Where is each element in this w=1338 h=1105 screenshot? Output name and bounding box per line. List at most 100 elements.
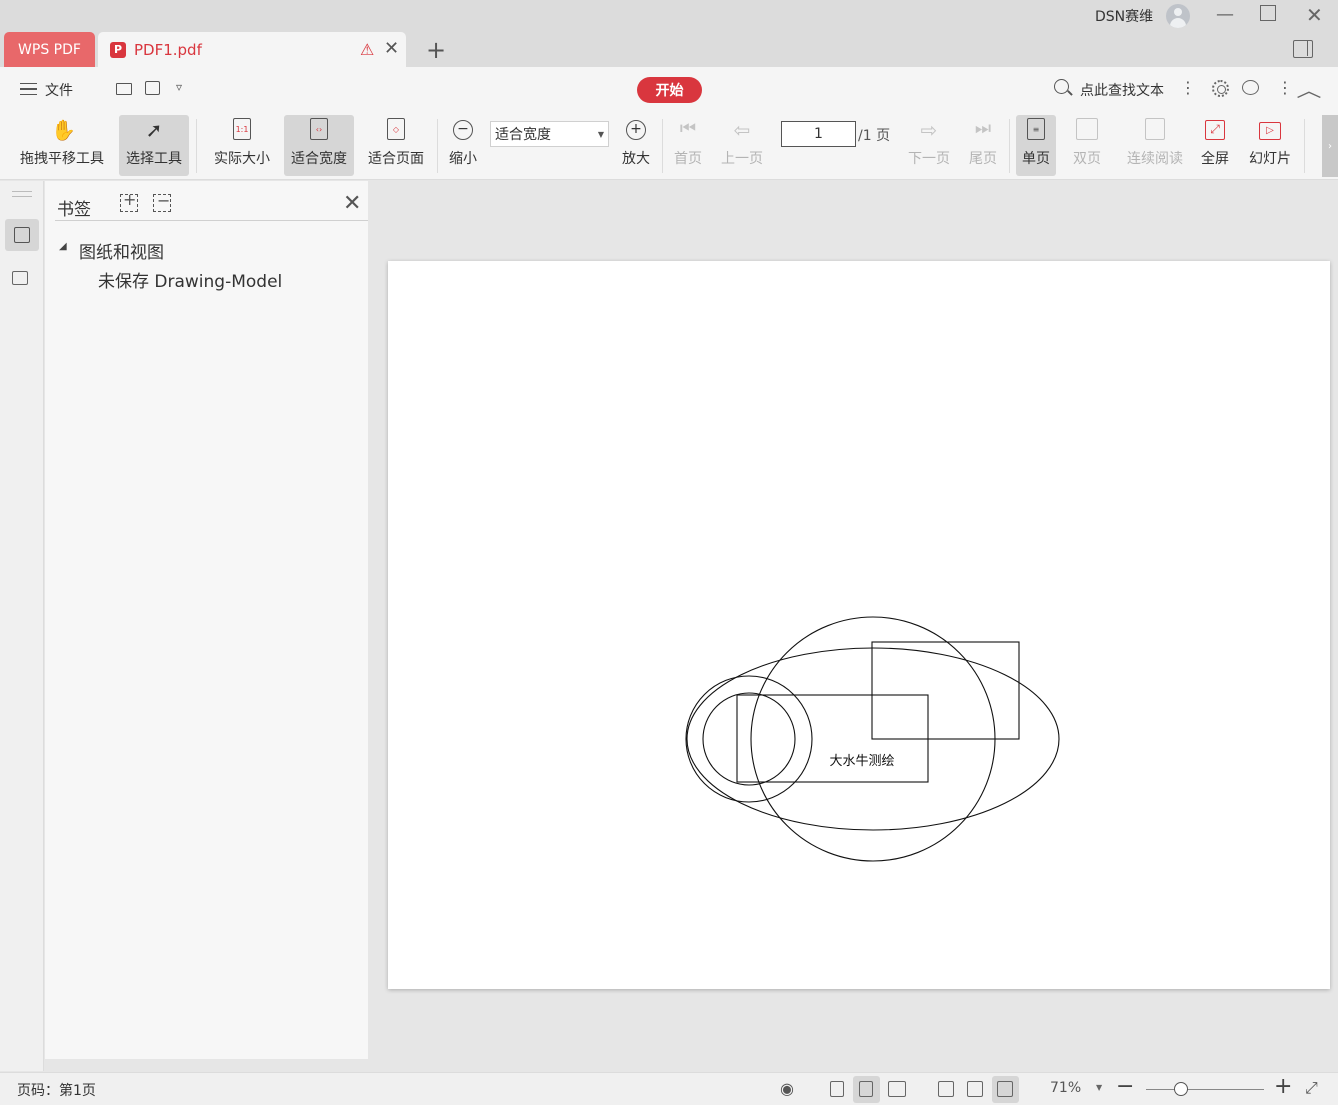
toolbar-scroll-right[interactable]: › <box>1322 115 1338 177</box>
file-menu[interactable]: 文件 <box>45 80 73 100</box>
pdf-page[interactable]: 大水牛测绘 <box>388 261 1330 989</box>
page-total: /1 页 <box>858 128 891 144</box>
zoom-in-button[interactable]: + 放大 <box>618 115 654 176</box>
drawing-canvas: 大水牛测绘 <box>685 616 1060 862</box>
status-fit-width-icon[interactable] <box>997 1081 1013 1097</box>
slideshow-label: 幻灯片 <box>1249 151 1291 167</box>
first-page-button[interactable]: ⏮ 首页 <box>670 115 706 176</box>
fit-page-label: 适合页面 <box>368 151 424 167</box>
status-double-page-icon[interactable] <box>888 1081 906 1097</box>
collapse-ribbon-icon[interactable]: ︿ <box>1296 77 1321 103</box>
search-icon[interactable] <box>1054 79 1069 94</box>
next-page-label: 下一页 <box>908 151 950 167</box>
fit-page-icon: ◇ <box>387 118 405 140</box>
quick-access-dropdown-icon[interactable]: ▿ <box>176 80 182 94</box>
status-single-page-icon[interactable] <box>859 1081 873 1097</box>
continuous-reading-icon <box>1145 118 1165 140</box>
maximize-icon[interactable] <box>1260 5 1276 21</box>
zoom-out-button[interactable]: − 缩小 <box>444 115 482 176</box>
avatar[interactable] <box>1166 4 1190 28</box>
first-page-label: 首页 <box>674 151 702 167</box>
panel-close-icon[interactable]: ✕ <box>343 191 361 216</box>
gear-icon[interactable] <box>1212 80 1229 97</box>
zoom-percentage[interactable]: 71% <box>1050 1080 1081 1096</box>
slideshow-icon: ▷ <box>1259 122 1281 140</box>
continuous-reading-label: 连续阅读 <box>1127 151 1183 167</box>
eye-protection-icon[interactable]: ◉ <box>780 1079 794 1098</box>
tab-document[interactable]: P PDF1.pdf ⚠ ✕ <box>98 32 406 67</box>
document-viewport[interactable]: 大水牛测绘 <box>380 181 1338 1071</box>
rail-grip[interactable] <box>12 191 32 197</box>
zoom-in-icon: + <box>626 120 646 140</box>
hamburger-menu-icon[interactable] <box>20 83 37 95</box>
fit-page-button[interactable]: ◇ 适合页面 <box>362 115 430 176</box>
find-text-button[interactable]: 点此查找文本 <box>1080 80 1164 100</box>
double-page-icon <box>1076 118 1098 140</box>
zoom-dropdown-icon[interactable]: ▼ <box>1096 1083 1102 1092</box>
thumbnails-image-icon[interactable] <box>12 271 28 285</box>
single-page-icon: ≡ <box>1027 118 1045 140</box>
warning-icon[interactable]: ⚠ <box>360 40 374 59</box>
print-icon[interactable] <box>145 81 160 95</box>
double-page-button[interactable]: 双页 <box>1064 115 1110 176</box>
pdf-file-icon: P <box>110 41 126 58</box>
zoom-minus-icon[interactable]: − <box>1116 1074 1134 1099</box>
title-bar: WPS PDF P PDF1.pdf ⚠ ✕ + DSN赛维 — ✕ <box>0 0 1338 67</box>
fit-width-button[interactable]: ‹› 适合宽度 <box>284 115 354 176</box>
drawing-upper-rectangle <box>871 641 1020 740</box>
panel-title: 书签 <box>57 200 91 220</box>
window-close-icon[interactable]: ✕ <box>1306 3 1323 27</box>
previous-page-button[interactable]: ⇦ 上一页 <box>716 115 768 176</box>
fullscreen-button[interactable]: ⤢ 全屏 <box>1196 115 1234 176</box>
pan-tool-button[interactable]: ✋ 拖拽平移工具 <box>14 115 110 176</box>
toolbar-separator <box>1009 119 1010 173</box>
single-page-button[interactable]: ≡ 单页 <box>1016 115 1056 176</box>
zoom-out-label: 缩小 <box>449 151 477 167</box>
tab-wps-pdf[interactable]: WPS PDF <box>4 32 95 67</box>
expand-all-icon[interactable] <box>120 190 138 212</box>
minimize-icon[interactable]: — <box>1216 4 1234 25</box>
fit-window-icon[interactable]: ⤢ <box>1305 1078 1318 1098</box>
start-button[interactable]: 开始 <box>637 77 702 103</box>
next-page-button[interactable]: ⇨ 下一页 <box>903 115 955 176</box>
slideshow-button[interactable]: ▷ 幻灯片 <box>1243 115 1297 176</box>
bookmark-root[interactable]: 图纸和视图 <box>79 238 164 263</box>
zoom-slider-track[interactable] <box>1146 1089 1264 1090</box>
user-name[interactable]: DSN赛维 <box>1095 6 1153 26</box>
zoom-in-label: 放大 <box>622 151 650 167</box>
tab-close-icon[interactable]: ✕ <box>384 38 399 59</box>
toolbar-separator <box>1304 119 1305 173</box>
more-options-icon[interactable]: ⋮ <box>1277 78 1293 97</box>
select-tool-button[interactable]: ➚ 选择工具 <box>119 115 189 176</box>
bookmark-child[interactable]: 未保存 Drawing-Model <box>98 267 282 292</box>
fit-width-label: 适合宽度 <box>291 151 347 167</box>
actual-size-button[interactable]: 1:1 实际大小 <box>208 115 276 176</box>
sidebar-toggle-icon[interactable] <box>1293 40 1313 58</box>
collapse-all-icon[interactable] <box>153 191 171 212</box>
zoom-mode-select[interactable]: 适合宽度 ▼ <box>490 121 609 147</box>
panel-divider <box>55 220 368 221</box>
search-more-icon[interactable]: ⋮ <box>1180 78 1196 97</box>
toolbar-separator <box>662 119 663 173</box>
open-folder-icon[interactable] <box>116 83 132 95</box>
pan-tool-label: 拖拽平移工具 <box>20 151 104 167</box>
status-continuous-icon[interactable] <box>830 1081 844 1097</box>
zoom-slider-thumb[interactable] <box>1174 1082 1189 1096</box>
page-number-input[interactable]: 1 <box>781 121 856 147</box>
select-tool-label: 选择工具 <box>126 151 182 167</box>
drawing-label: 大水牛测绘 <box>829 754 894 769</box>
tree-expand-arrow-icon[interactable]: ◢ <box>59 241 67 252</box>
first-page-icon: ⏮ <box>679 118 697 139</box>
bookmarks-tab[interactable] <box>5 219 39 251</box>
chat-icon[interactable] <box>1242 80 1259 95</box>
last-page-button[interactable]: ⏭ 尾页 <box>964 115 1002 176</box>
continuous-reading-button[interactable]: 连续阅读 <box>1122 115 1188 176</box>
status-actual-size-icon[interactable] <box>938 1081 954 1097</box>
actual-size-icon: 1:1 <box>233 118 251 140</box>
fit-width-icon: ‹› <box>310 118 328 140</box>
zoom-plus-icon[interactable]: + <box>1274 1074 1292 1099</box>
new-tab-plus-icon[interactable]: + <box>426 36 446 64</box>
previous-page-label: 上一页 <box>721 151 763 167</box>
status-fit-page-icon[interactable] <box>967 1081 983 1097</box>
status-bar: 页码：第1页 ◉ 71% ▼ − + ⤢ <box>0 1072 1338 1105</box>
